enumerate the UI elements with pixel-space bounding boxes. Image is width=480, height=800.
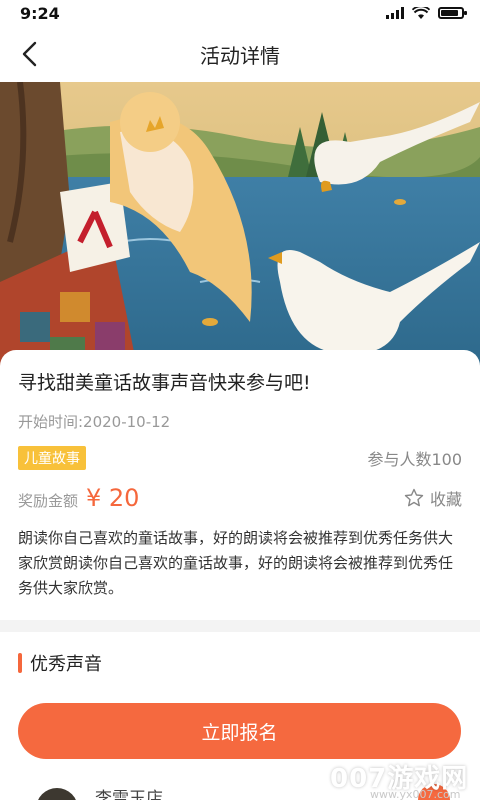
reward-label: 奖励金额	[18, 492, 79, 510]
voice-item-name: 李雪玉店	[95, 789, 163, 800]
status-icons	[386, 6, 467, 20]
page-title: 活动详情	[200, 43, 280, 68]
activity-card: 寻找甜美童话故事声音快来参与吧! 开始时间:2020-10-12 儿童故事 参与…	[0, 350, 480, 620]
hero-illustration	[0, 82, 480, 382]
section-title: 优秀声音	[30, 654, 102, 675]
favorite-label: 收藏	[429, 490, 462, 509]
back-button[interactable]	[10, 34, 50, 74]
section-header: 优秀声音	[0, 632, 480, 676]
signal-icon	[386, 7, 404, 19]
hero-image	[0, 82, 480, 382]
participant-count: 参与人数100	[367, 450, 462, 469]
reward: 奖励金额 ¥ 20	[18, 484, 139, 512]
star-icon	[404, 488, 424, 507]
tag-row: 儿童故事 参与人数100	[18, 446, 462, 470]
activity-title: 寻找甜美童话故事声音快来参与吧!	[18, 372, 311, 394]
start-time: 开始时间:2020-10-12	[18, 413, 171, 431]
battery-level	[441, 10, 458, 16]
battery-icon	[438, 7, 467, 19]
reward-amount: ¥ 20	[86, 484, 140, 512]
category-tag: 儿童故事	[18, 446, 86, 470]
reward-row: 奖励金额 ¥ 20 收藏	[18, 484, 462, 512]
section-accent-bar	[18, 653, 22, 673]
status-time: 9:24	[20, 3, 60, 23]
favorite-button[interactable]: 收藏	[404, 486, 462, 510]
activity-description: 朗读你自己喜欢的童话故事，好的朗读将会被推荐到优秀任务供大家欣赏朗读你自己喜欢的…	[18, 529, 454, 597]
watermark-url: www.yx007.com	[370, 788, 461, 800]
wifi-icon	[412, 6, 430, 19]
watermark: 007游戏网 www.yx007.com	[330, 758, 468, 800]
signup-button[interactable]: 立即报名	[18, 703, 461, 759]
nav-bar: 活动详情	[0, 26, 480, 82]
chevron-left-icon	[22, 41, 37, 67]
status-bar: 9:24	[0, 0, 480, 26]
